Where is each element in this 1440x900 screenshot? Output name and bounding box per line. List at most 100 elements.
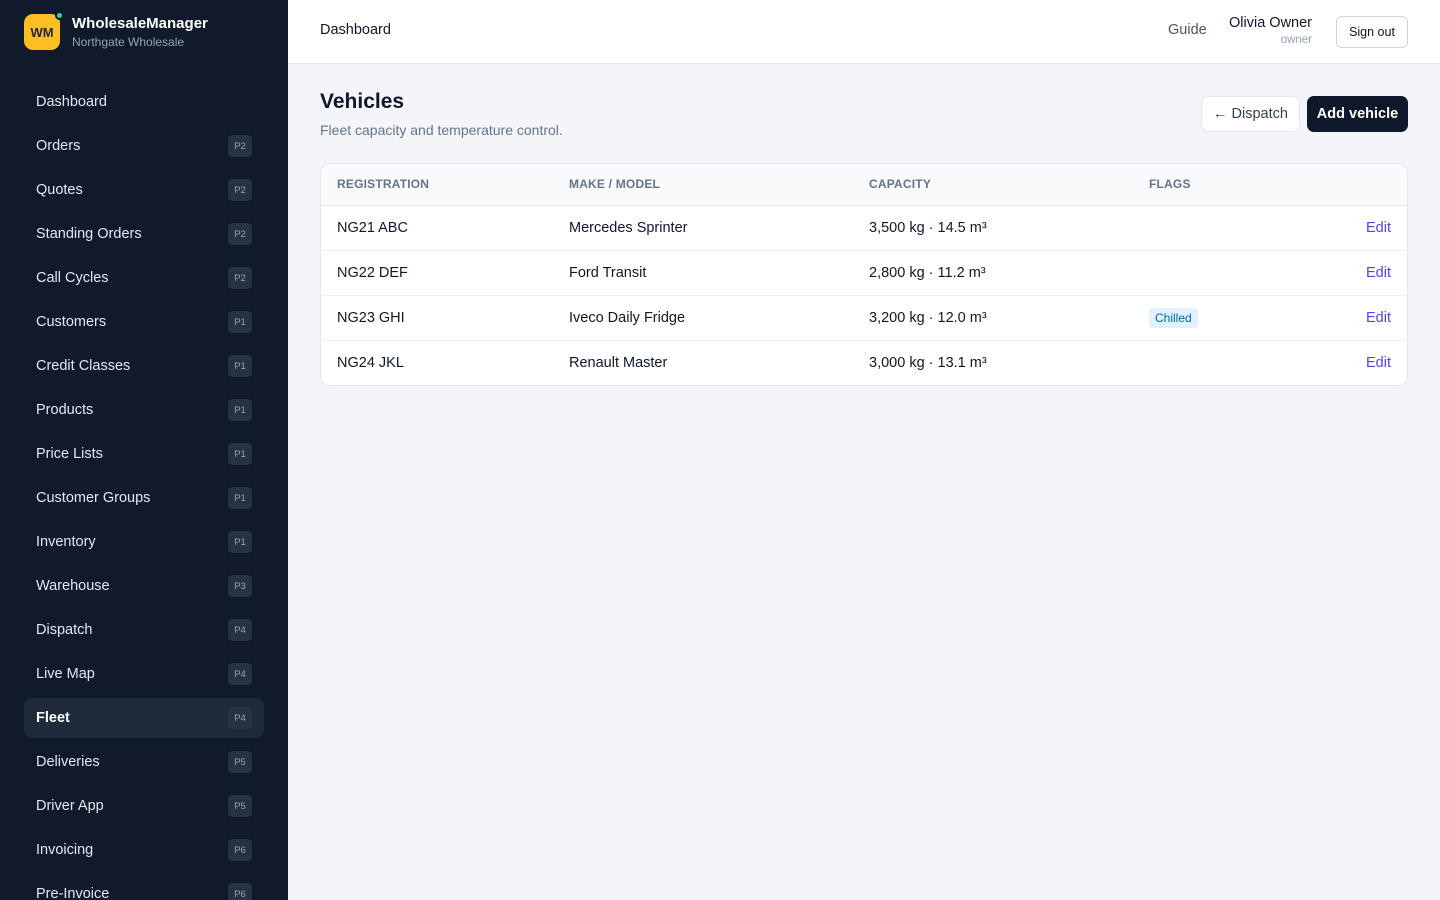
vehicles-table: REGISTRATION MAKE / MODEL CAPACITY FLAGS… [321, 164, 1407, 385]
vehicles-table-card: REGISTRATION MAKE / MODEL CAPACITY FLAGS… [320, 163, 1408, 386]
sidebar-item-warehouse[interactable]: Warehouse P3 [24, 566, 264, 606]
phase-badge: P4 [228, 619, 252, 641]
table-header-row: REGISTRATION MAKE / MODEL CAPACITY FLAGS [321, 164, 1407, 206]
make-model-cell: Mercedes Sprinter [569, 219, 688, 236]
phase-badge: P2 [228, 179, 252, 201]
sidebar-item-label: Price Lists [36, 446, 103, 462]
back-to-dispatch-button[interactable]: ← Dispatch [1201, 96, 1300, 132]
top-bar: Dashboard Guide Olivia Owner owner Sign … [288, 0, 1440, 64]
user-menu[interactable]: Olivia Owner owner [1229, 14, 1312, 48]
phase-badge: P3 [228, 575, 252, 597]
sidebar-item-products[interactable]: Products P1 [24, 390, 264, 430]
phase-badge: P2 [228, 135, 252, 157]
edit-vehicle-link[interactable]: Edit [1366, 310, 1391, 326]
sidebar-item-label: Pre-Invoice [36, 886, 110, 900]
online-status-dot [55, 11, 64, 20]
column-header-flags: FLAGS [1133, 164, 1313, 206]
phase-badge: P1 [228, 443, 252, 465]
column-header-make-model: MAKE / MODEL [553, 164, 853, 206]
sidebar-item-orders[interactable]: Orders P2 [24, 126, 264, 166]
sidebar-item-label: Live Map [36, 666, 95, 682]
sidebar-item-fleet[interactable]: Fleet P4 [24, 698, 264, 738]
flags-cell [1133, 339, 1313, 385]
phase-badge: P1 [228, 487, 252, 509]
phase-badge: P4 [228, 707, 252, 729]
sidebar-item-deliveries[interactable]: Deliveries P5 [24, 742, 264, 782]
phase-badge: P5 [228, 751, 252, 773]
make-model-cell: Iveco Daily Fridge [553, 294, 853, 340]
sidebar-item-label: Standing Orders [36, 226, 142, 242]
table-row: NG24 JKL Renault Master 3,000 kg · 13.1 … [321, 339, 1407, 385]
sidebar-item-inventory[interactable]: Inventory P1 [24, 522, 264, 562]
brand[interactable]: WM WholesaleManager Northgate Wholesale [24, 11, 208, 50]
column-header-actions [1313, 164, 1407, 206]
sidebar-item-label: Invoicing [36, 842, 94, 858]
sidebar: WM WholesaleManager Northgate Wholesale … [0, 0, 288, 900]
user-name: Olivia Owner [1229, 15, 1312, 31]
logo-text: WM [30, 24, 54, 40]
sidebar-item-label: Quotes [36, 182, 83, 198]
chilled-flag-badge: Chilled [1149, 307, 1198, 328]
phase-badge: P2 [228, 267, 252, 289]
capacity-cell: 3,200 kg · 12.0 m³ [853, 294, 1133, 340]
sidebar-item-driver-app[interactable]: Driver App P5 [24, 786, 264, 826]
sidebar-item-dashboard[interactable]: Dashboard [24, 82, 264, 122]
sidebar-item-label: Customer Groups [36, 490, 151, 506]
sidebar-item-label: Driver App [36, 798, 104, 814]
sidebar-item-label: Products [36, 402, 94, 418]
capacity-cell: 3,500 kg · 14.5 m³ [869, 219, 987, 236]
page-subtitle: Fleet capacity and temperature control. [320, 122, 563, 138]
sidebar-item-label: Dashboard [36, 94, 107, 110]
page-title: Vehicles [320, 90, 405, 113]
breadcrumb[interactable]: Dashboard [320, 22, 391, 38]
capacity-cell: 2,800 kg · 11.2 m³ [853, 249, 1133, 295]
sidebar-item-dispatch[interactable]: Dispatch P4 [24, 610, 264, 650]
sidebar-item-live-map[interactable]: Live Map P4 [24, 654, 264, 694]
column-header-capacity: CAPACITY [853, 164, 1133, 206]
sidebar-item-credit-classes[interactable]: Credit Classes P1 [24, 346, 264, 386]
phase-badge: P6 [228, 839, 252, 861]
phase-badge: P1 [228, 399, 252, 421]
app-logo: WM [24, 11, 64, 50]
sidebar-item-label: Warehouse [36, 578, 110, 594]
registration-cell: NG23 GHI [321, 294, 553, 340]
sidebar-item-label: Fleet [36, 710, 70, 726]
edit-vehicle-link[interactable]: Edit [1366, 265, 1391, 281]
flags-cell [1133, 249, 1313, 295]
sidebar-item-invoicing[interactable]: Invoicing P6 [24, 830, 264, 870]
capacity-cell: 3,000 kg · 13.1 m³ [853, 339, 1133, 385]
registration-cell: NG22 DEF [321, 249, 553, 295]
registration-cell: NG24 JKL [321, 339, 553, 385]
edit-vehicle-link[interactable]: Edit [1366, 220, 1391, 236]
sidebar-item-standing-orders[interactable]: Standing Orders P2 [24, 214, 264, 254]
phase-badge: P1 [228, 355, 252, 377]
sidebar-item-label: Call Cycles [36, 270, 109, 286]
sidebar-item-label: Orders [36, 138, 81, 154]
user-role: owner [1280, 34, 1312, 46]
phase-badge: P2 [228, 223, 252, 245]
phase-badge: P6 [228, 883, 252, 900]
sidebar-item-customers[interactable]: Customers P1 [24, 302, 264, 342]
app-name: WholesaleManager [72, 14, 208, 32]
make-model-cell: Ford Transit [553, 249, 853, 295]
flags-cell: Chilled [1133, 294, 1313, 340]
guide-link[interactable]: Guide [1168, 22, 1207, 38]
sidebar-item-pre-invoice[interactable]: Pre-Invoice P6 [24, 874, 264, 900]
sidebar-item-label: Deliveries [36, 754, 100, 770]
phase-badge: P5 [228, 795, 252, 817]
sidebar-item-customer-groups[interactable]: Customer Groups P1 [24, 478, 264, 518]
edit-vehicle-link[interactable]: Edit [1366, 355, 1391, 371]
sidebar-nav: Dashboard Orders P2 Quotes P2 Standing O… [24, 82, 264, 900]
sidebar-item-label: Credit Classes [36, 358, 131, 374]
sidebar-item-call-cycles[interactable]: Call Cycles P2 [24, 258, 264, 298]
sidebar-item-price-lists[interactable]: Price Lists P1 [24, 434, 264, 474]
company-name: Northgate Wholesale [72, 34, 185, 49]
phase-badge: P4 [228, 663, 252, 685]
add-vehicle-button[interactable]: Add vehicle [1307, 96, 1408, 132]
sidebar-item-label: Inventory [36, 534, 96, 550]
make-model-cell: Renault Master [553, 339, 853, 385]
phase-badge: P1 [228, 531, 252, 553]
flags-cell [1133, 205, 1313, 250]
sidebar-item-quotes[interactable]: Quotes P2 [24, 170, 264, 210]
sign-out-button[interactable]: Sign out [1336, 16, 1408, 48]
